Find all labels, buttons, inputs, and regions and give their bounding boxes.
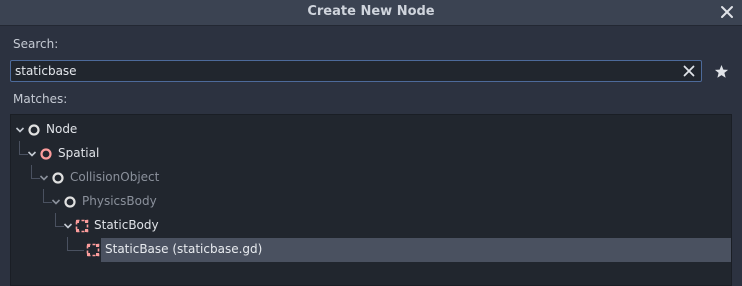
tree-item-label: Node bbox=[46, 122, 78, 136]
chevron-down-icon[interactable] bbox=[50, 196, 62, 208]
dialog-title: Create New Node bbox=[307, 4, 435, 19]
spatial-circle-icon bbox=[40, 148, 52, 160]
tree-item-label: CollisionObject bbox=[70, 170, 160, 184]
static-body-icon bbox=[75, 219, 89, 233]
tree-item-node[interactable]: Node bbox=[11, 118, 731, 142]
search-label: Search: bbox=[13, 37, 59, 51]
search-field[interactable] bbox=[10, 60, 702, 82]
node-circle-icon bbox=[28, 124, 40, 136]
chevron-down-icon[interactable] bbox=[38, 172, 50, 184]
chevron-down-icon[interactable] bbox=[14, 124, 26, 136]
tree-item-static-body[interactable]: StaticBody bbox=[11, 214, 731, 238]
tree-item-label: StaticBase (staticbase.gd) bbox=[105, 242, 263, 256]
tree-item-static-base[interactable]: StaticBase (staticbase.gd) bbox=[11, 238, 731, 262]
tree-item-collision-object[interactable]: CollisionObject bbox=[11, 166, 731, 190]
chevron-down-icon[interactable] bbox=[26, 148, 38, 160]
star-icon[interactable] bbox=[712, 62, 730, 80]
close-icon[interactable] bbox=[718, 3, 736, 21]
static-body-icon bbox=[86, 243, 100, 257]
tree-item-physics-body[interactable]: PhysicsBody bbox=[11, 190, 731, 214]
clear-icon[interactable] bbox=[681, 63, 697, 79]
tree-item-label: Spatial bbox=[58, 146, 100, 160]
collision-object-circle-icon bbox=[52, 172, 64, 184]
tree-item-label: StaticBody bbox=[94, 218, 159, 232]
create-new-node-dialog: Create New Node Search: Matches: Node bbox=[0, 0, 742, 286]
matches-tree[interactable]: Node Spatial CollisionObject PhysicsBody bbox=[10, 114, 732, 286]
matches-label: Matches: bbox=[13, 92, 68, 106]
tree-item-label: PhysicsBody bbox=[82, 194, 157, 208]
tree-item-spatial[interactable]: Spatial bbox=[11, 142, 731, 166]
dialog-titlebar: Create New Node bbox=[0, 0, 742, 26]
physics-body-circle-icon bbox=[64, 196, 76, 208]
search-input[interactable] bbox=[15, 61, 675, 81]
chevron-down-icon[interactable] bbox=[62, 220, 74, 232]
